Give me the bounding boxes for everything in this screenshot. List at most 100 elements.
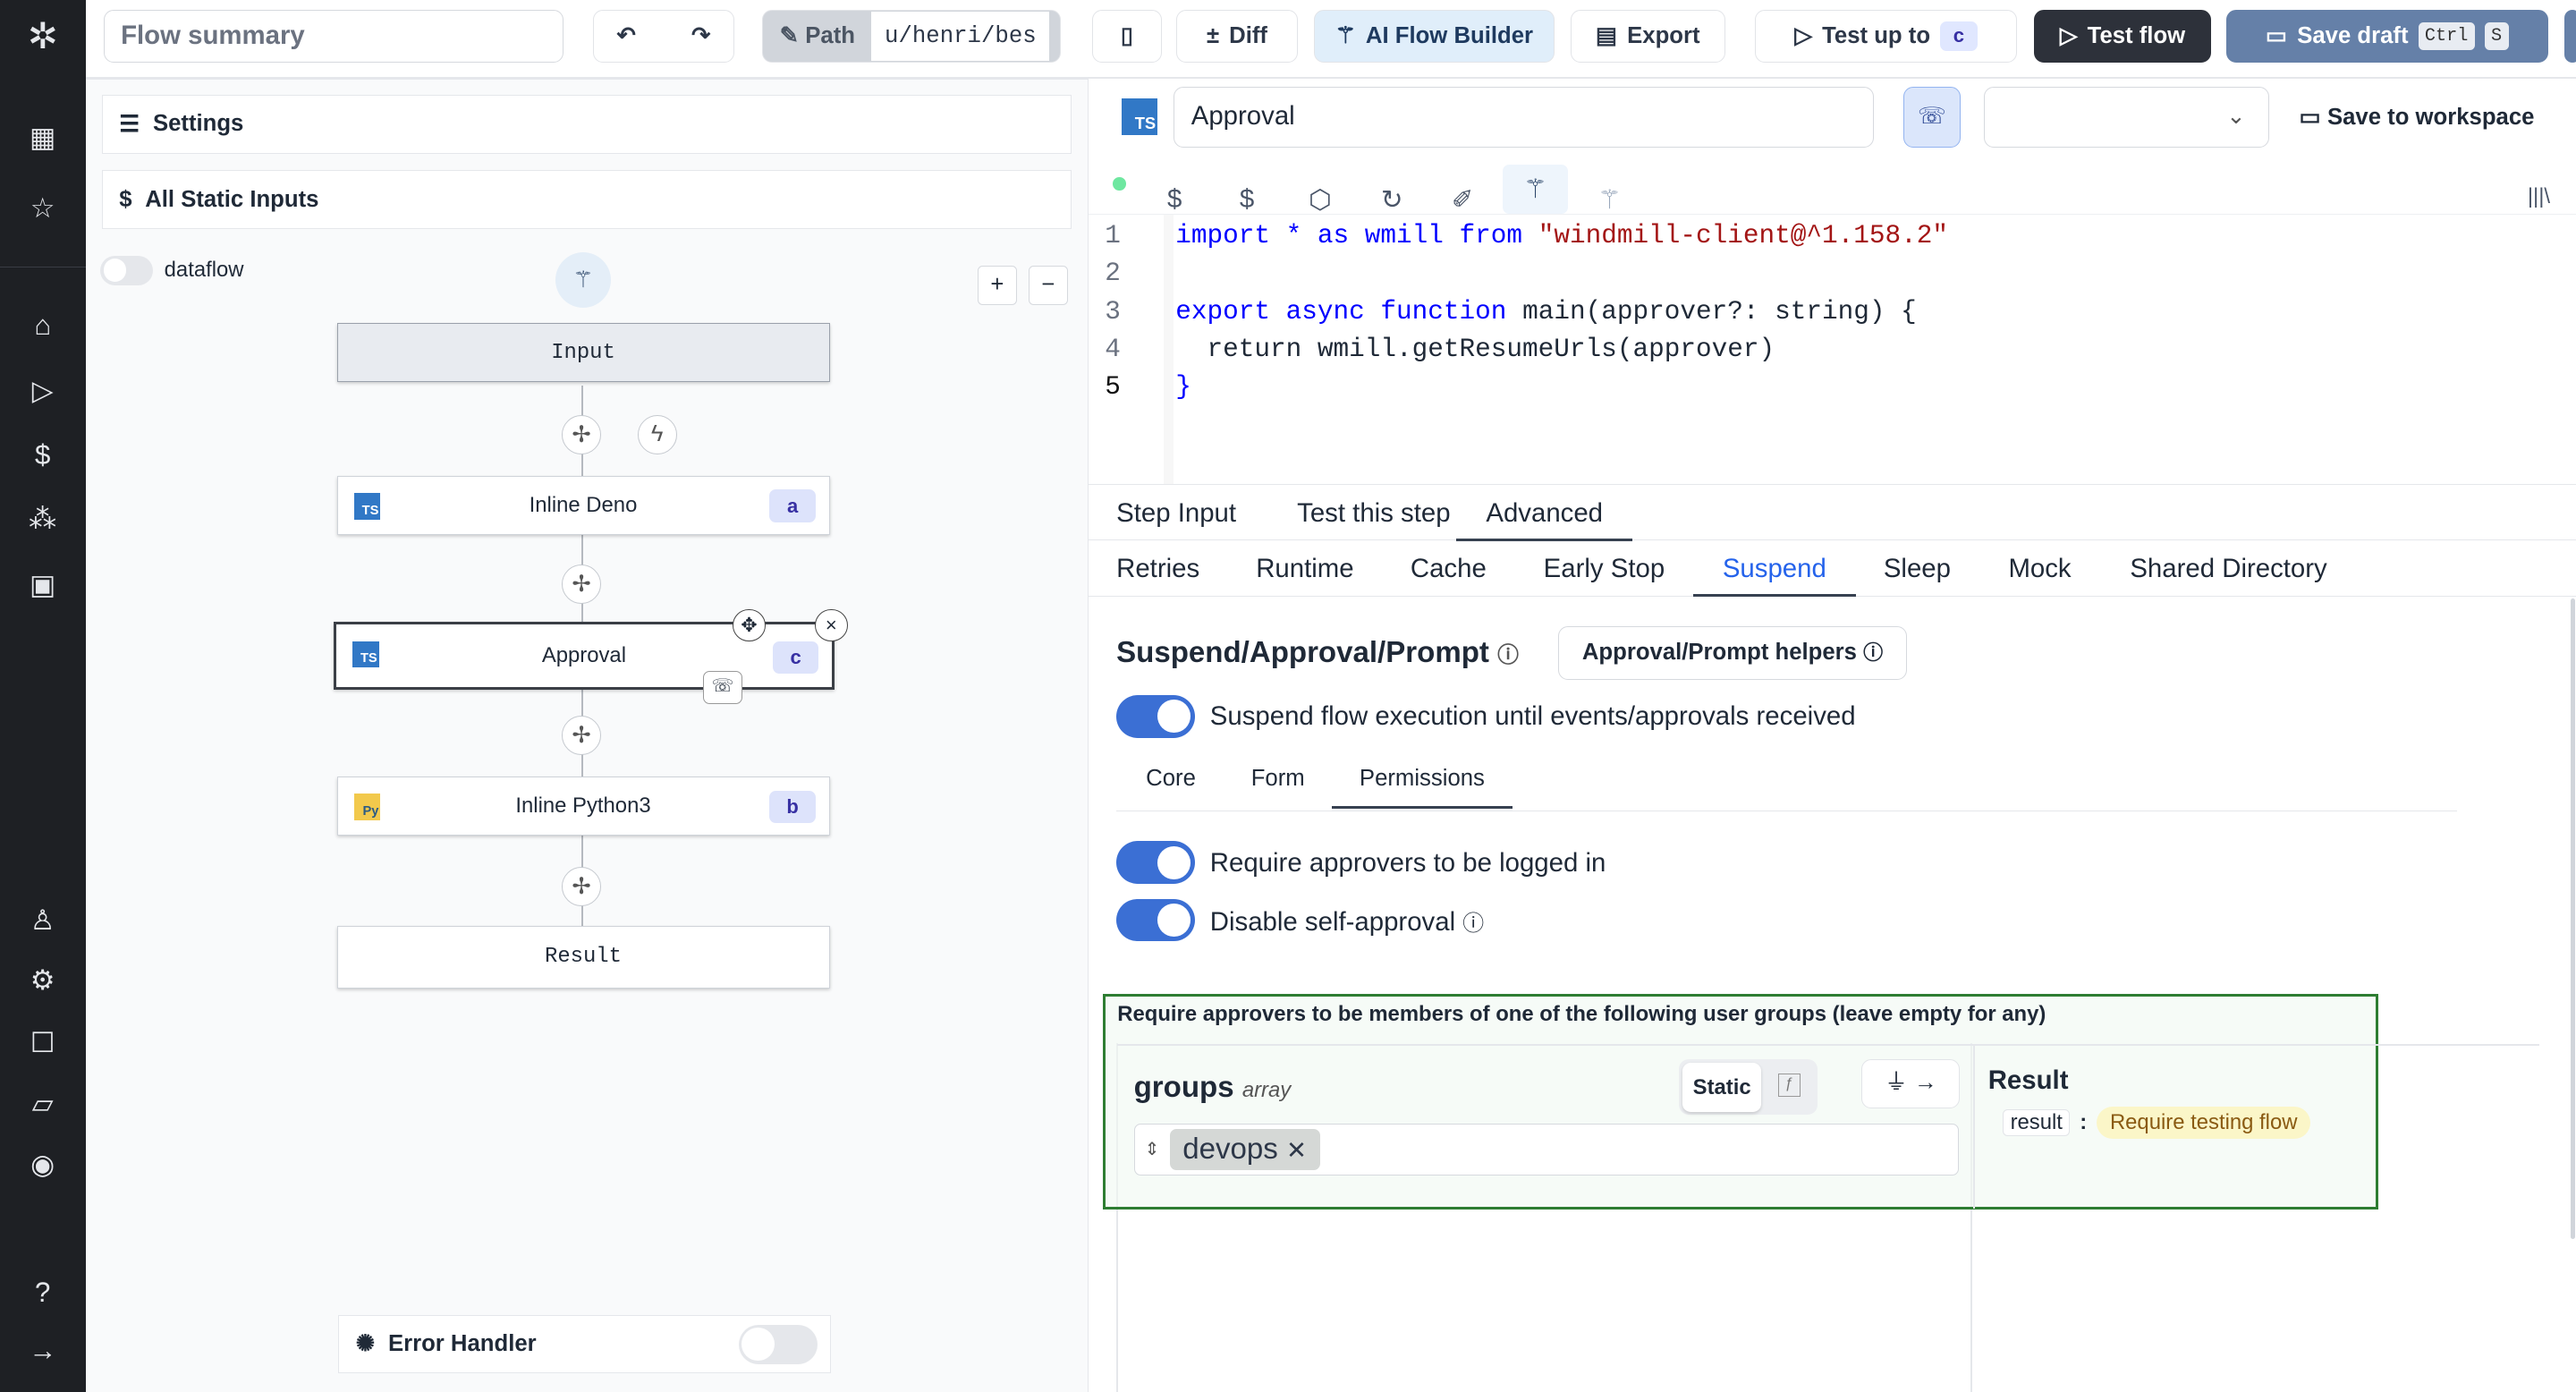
- code-line: return wmill.getResumeUrls(approver): [1175, 334, 1775, 364]
- add-step-button[interactable]: ✢: [562, 715, 602, 756]
- home-icon[interactable]: ⌂: [23, 306, 63, 345]
- dataflow-toggle[interactable]: [100, 255, 153, 285]
- ai-wand-button[interactable]: ⚚: [555, 252, 612, 309]
- building-icon[interactable]: ▦: [23, 118, 63, 157]
- function-icon[interactable]: ƒ: [1777, 1074, 1801, 1098]
- wand-icon: ⚚: [1335, 23, 1356, 49]
- tab-retries[interactable]: Retries: [1116, 554, 1199, 584]
- ai-flow-builder-button[interactable]: ⚚ AI Flow Builder: [1314, 10, 1555, 63]
- test-flow-button[interactable]: ▷ Test flow: [2033, 10, 2212, 63]
- static-mode-button[interactable]: Static: [1682, 1062, 1762, 1112]
- boxes-icon[interactable]: ⁂: [23, 499, 63, 539]
- diff-button[interactable]: ± Diff: [1176, 10, 1298, 63]
- zoom-in-button[interactable]: +: [977, 265, 1017, 305]
- docs-button[interactable]: ▯: [1092, 10, 1162, 63]
- add-step-button[interactable]: ✢: [562, 866, 602, 906]
- path-value[interactable]: u/henri/bes: [871, 11, 1050, 61]
- groups-multiselect[interactable]: ⇕ devops ✕: [1133, 1123, 1959, 1176]
- select-dropdown[interactable]: ⌄: [1983, 87, 2270, 149]
- tab-sleep[interactable]: Sleep: [1884, 554, 1951, 584]
- add-step-button[interactable]: ✢: [562, 414, 602, 454]
- suspend-toggle[interactable]: [1116, 694, 1196, 738]
- connect-plug-button[interactable]: ⏚ →: [1861, 1058, 1961, 1109]
- path-label: ✎ Path: [779, 23, 855, 49]
- tab-advanced[interactable]: Advanced: [1456, 498, 1633, 541]
- save-draft-button[interactable]: ▭ Save draft Ctrl S: [2225, 10, 2548, 63]
- subtab-permissions[interactable]: Permissions: [1331, 766, 1513, 810]
- result-value: Require testing flow: [2097, 1107, 2311, 1139]
- step-name-input[interactable]: Approval: [1174, 87, 1874, 149]
- self-approval-toggle[interactable]: [1116, 898, 1196, 942]
- eye-icon[interactable]: ◉: [23, 1145, 63, 1184]
- info-icon: ⓘ: [1462, 912, 1485, 937]
- subtab-form[interactable]: Form: [1251, 766, 1305, 792]
- suspend-toggle-label: Suspend flow execution until events/appr…: [1209, 701, 1856, 732]
- line-number: 1: [1105, 221, 1121, 251]
- folder-icon[interactable]: ▱: [23, 1084, 63, 1124]
- bot-icon[interactable]: ☐: [23, 1023, 63, 1063]
- line-number: 4: [1105, 334, 1121, 364]
- require-login-toggle[interactable]: [1116, 841, 1196, 885]
- flow-summary-input[interactable]: Flow summary: [103, 10, 564, 63]
- dollar-icon[interactable]: $: [1167, 184, 1182, 215]
- groups-label: groups array: [1133, 1070, 1292, 1104]
- save-to-workspace-button[interactable]: ▭ Save to workspace: [2300, 104, 2535, 131]
- remove-chip-icon[interactable]: ✕: [1286, 1136, 1307, 1164]
- expand-arrow-icon[interactable]: →: [23, 1331, 63, 1371]
- flow-node-input[interactable]: Input: [336, 322, 830, 383]
- help-icon[interactable]: ?: [23, 1273, 63, 1312]
- refresh-icon[interactable]: ↻: [1381, 184, 1403, 216]
- flow-node-inline-deno[interactable]: TS Inline Deno a: [336, 475, 830, 535]
- library-icon[interactable]: |||\: [2528, 184, 2550, 209]
- tab-mock[interactable]: Mock: [2008, 554, 2071, 584]
- star-icon[interactable]: ☆: [23, 189, 63, 228]
- settings-button[interactable]: ☰ Settings: [101, 94, 1072, 154]
- trigger-button[interactable]: ϟ: [637, 414, 677, 454]
- zoom-out-button[interactable]: −: [1028, 265, 1068, 305]
- suspend-phone-button[interactable]: ☏: [1902, 87, 1962, 149]
- tab-shared-directory[interactable]: Shared Directory: [2130, 554, 2326, 584]
- windmill-logo-icon[interactable]: ✲: [23, 16, 63, 55]
- path-field[interactable]: ✎ Path u/henri/bes: [762, 10, 1062, 63]
- error-handler-toggle[interactable]: [738, 1324, 818, 1364]
- close-icon[interactable]: ×: [814, 608, 848, 642]
- subtab-core[interactable]: Core: [1146, 766, 1196, 792]
- flow-node-inline-python3[interactable]: Py Inline Python3 b: [336, 776, 830, 836]
- code-line: export async function main(approver?: st…: [1175, 296, 1917, 327]
- groups-highlight-box: Require approvers to be members of one o…: [1103, 994, 2540, 1210]
- phone-suspend-icon: ☏: [703, 671, 743, 705]
- dollar-var-icon[interactable]: $: [1240, 184, 1254, 215]
- tab-cache[interactable]: Cache: [1411, 554, 1487, 584]
- approval-helpers-button[interactable]: Approval/Prompt helpers ⓘ: [1558, 625, 1907, 681]
- code-editor[interactable]: 1 2 3 4 5 import * as wmill from "windmi…: [1088, 213, 2576, 485]
- add-step-button[interactable]: ✢: [562, 564, 602, 605]
- ai-wand-icon[interactable]: ⚚: [1502, 164, 1569, 214]
- tab-suspend[interactable]: Suspend: [1692, 554, 1856, 597]
- error-handler-row[interactable]: ✺ Error Handler: [338, 1315, 832, 1373]
- static-inputs-button[interactable]: $ All Static Inputs: [101, 170, 1072, 230]
- gear-icon[interactable]: ⚙: [23, 961, 63, 1000]
- save-icon: ▭: [2299, 104, 2327, 130]
- flow-node-result[interactable]: Result: [336, 926, 830, 989]
- undo-icon[interactable]: ↶: [617, 22, 637, 49]
- package-icon[interactable]: ⬡: [1309, 184, 1332, 216]
- dollar-icon[interactable]: $: [23, 436, 63, 475]
- calendar-icon[interactable]: ▣: [23, 565, 63, 605]
- move-icon[interactable]: ✥: [733, 608, 766, 642]
- tab-runtime[interactable]: Runtime: [1256, 554, 1353, 584]
- user-icon[interactable]: ♙: [23, 901, 63, 940]
- scrollbar[interactable]: [2570, 598, 2576, 1239]
- chevron-down-icon: ⌄: [2226, 104, 2246, 130]
- deploy-button[interactable]: [2564, 10, 2576, 63]
- test-up-to-button[interactable]: ▷ Test up to c: [1754, 10, 2018, 63]
- redo-icon[interactable]: ↷: [691, 22, 711, 49]
- tab-early-stop[interactable]: Early Stop: [1544, 554, 1665, 584]
- kbd-s: S: [2484, 22, 2509, 50]
- tab-test-this-step[interactable]: Test this step: [1297, 498, 1450, 529]
- ai-disabled-icon[interactable]: ⚚: [1597, 184, 1621, 216]
- brush-icon[interactable]: ✐: [1452, 184, 1474, 216]
- kbd-ctrl: Ctrl: [2418, 22, 2475, 50]
- export-button[interactable]: ▤ Export: [1570, 10, 1725, 63]
- tab-step-input[interactable]: Step Input: [1116, 498, 1236, 529]
- play-icon[interactable]: ▷: [23, 371, 63, 411]
